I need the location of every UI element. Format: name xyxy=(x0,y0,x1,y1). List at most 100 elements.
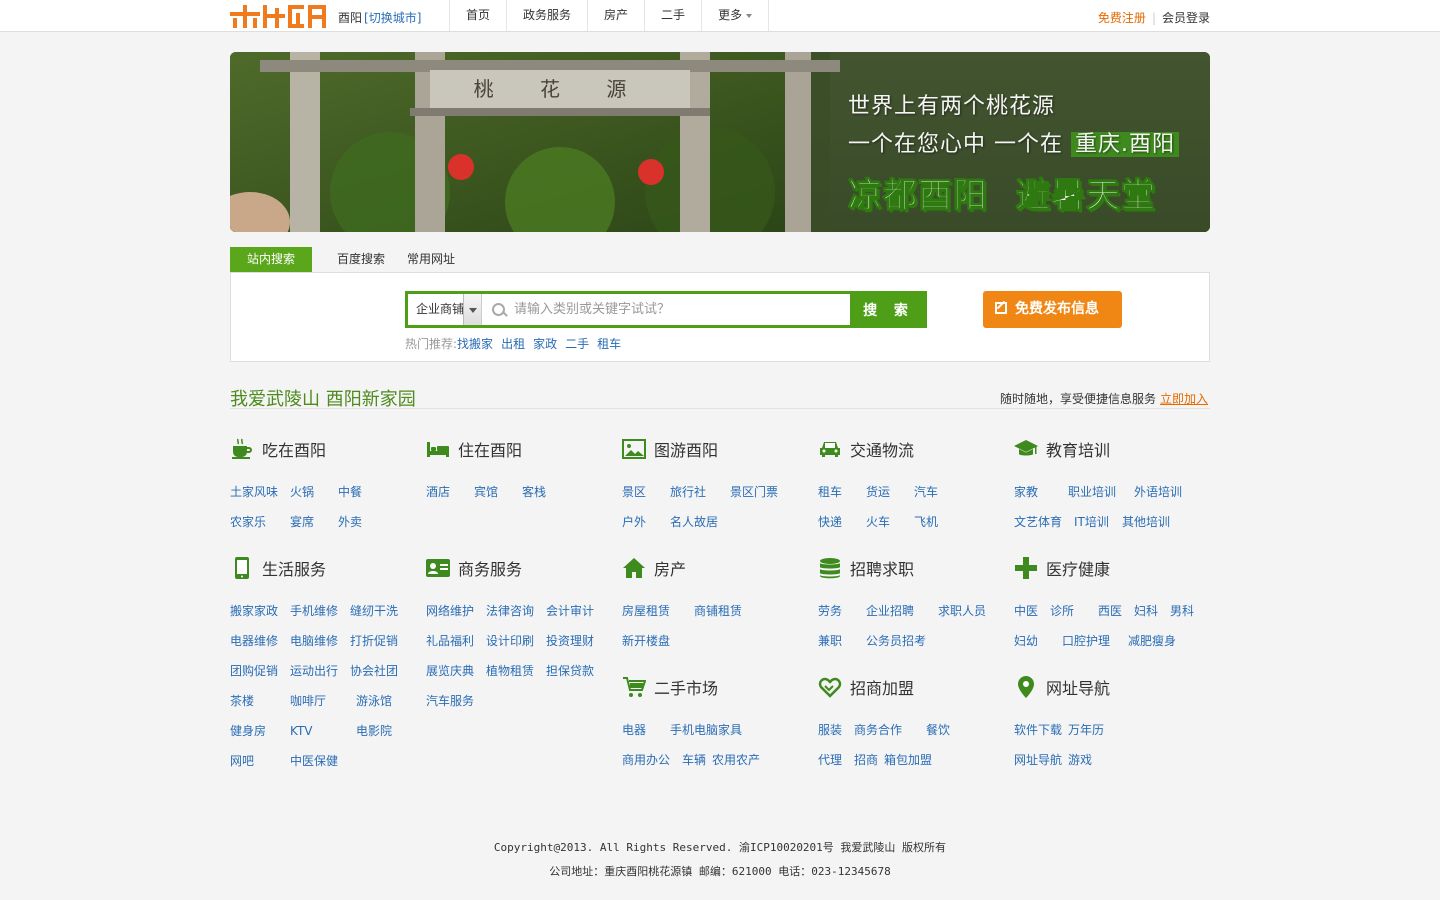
register-link[interactable]: 免费注册 xyxy=(1098,11,1146,25)
category-link[interactable]: 口腔护理 xyxy=(1062,626,1128,656)
category-link[interactable]: 茶楼 xyxy=(230,686,290,716)
hot-item-car-rental[interactable]: 租车 xyxy=(597,337,621,351)
category-link[interactable]: 减肥瘦身 xyxy=(1128,626,1176,656)
category-header[interactable]: 招聘求职 xyxy=(818,554,986,582)
tab-common-sites[interactable]: 常用网址 xyxy=(397,247,475,272)
category-link[interactable]: 火车 xyxy=(866,507,914,537)
category-header[interactable]: 商务服务 xyxy=(426,554,594,582)
category-link[interactable]: 求职人员 xyxy=(938,596,986,626)
category-link[interactable]: 宴席 xyxy=(290,507,338,537)
category-link[interactable]: 手机维修 xyxy=(290,596,350,626)
category-link[interactable]: 运动出行 xyxy=(290,656,350,686)
nav-government[interactable]: 政务服务 xyxy=(507,0,589,31)
category-link[interactable]: 企业招聘 xyxy=(866,596,938,626)
category-header[interactable]: 招商加盟 xyxy=(818,673,950,701)
category-title[interactable]: 二手市场 xyxy=(654,675,718,699)
category-link[interactable]: 户外 xyxy=(622,507,670,537)
category-link[interactable]: 飞机 xyxy=(914,507,938,537)
category-link[interactable]: 协会社团 xyxy=(350,656,398,686)
hot-item-moving[interactable]: 找搬家 xyxy=(457,337,493,351)
search-input[interactable] xyxy=(512,294,850,325)
category-title[interactable]: 招商加盟 xyxy=(850,675,914,699)
category-link[interactable]: 游戏 xyxy=(1068,745,1092,775)
hot-item-housekeeping[interactable]: 家政 xyxy=(533,337,557,351)
publish-info-button[interactable]: 免费发布信息 xyxy=(983,291,1122,328)
category-link[interactable]: 文艺体育 xyxy=(1014,507,1074,537)
category-link[interactable]: 软件下载 xyxy=(1014,715,1068,745)
category-link[interactable]: 中餐 xyxy=(338,477,362,507)
category-link[interactable]: 游泳馆 xyxy=(356,686,392,716)
category-link[interactable]: 房屋租赁 xyxy=(622,596,694,626)
category-link[interactable]: 箱包加盟 xyxy=(884,745,932,775)
category-link[interactable]: 网吧 xyxy=(230,746,290,776)
category-link[interactable]: 会计审计 xyxy=(546,596,594,626)
search-button[interactable]: 搜 索 xyxy=(850,291,927,328)
category-header[interactable]: 交通物流 xyxy=(818,435,938,463)
hot-item-secondhand[interactable]: 二手 xyxy=(565,337,589,351)
category-link[interactable]: 外卖 xyxy=(338,507,362,537)
category-link[interactable]: 旅行社 xyxy=(670,477,730,507)
category-link[interactable]: 景区门票 xyxy=(730,477,778,507)
category-link[interactable]: 景区 xyxy=(622,477,670,507)
category-link[interactable]: 电脑维修 xyxy=(290,626,350,656)
category-link[interactable]: KTV xyxy=(290,716,356,746)
category-title[interactable]: 招聘求职 xyxy=(850,556,914,580)
category-link[interactable]: 男科 xyxy=(1170,596,1194,626)
category-link[interactable]: 新开楼盘 xyxy=(622,626,670,656)
category-link[interactable]: 网址导航 xyxy=(1014,745,1068,775)
category-link[interactable]: 家具 xyxy=(718,715,742,745)
category-link[interactable]: IT培训 xyxy=(1074,507,1122,537)
category-link[interactable]: 农家乐 xyxy=(230,507,290,537)
category-link[interactable]: 兼职 xyxy=(818,626,866,656)
category-link[interactable]: 投资理财 xyxy=(546,626,594,656)
category-link[interactable]: 健身房 xyxy=(230,716,290,746)
category-link[interactable]: 汽车服务 xyxy=(426,686,474,716)
category-link[interactable]: 商务合作 xyxy=(854,715,926,745)
category-link[interactable]: 法律咨询 xyxy=(486,596,546,626)
category-link[interactable]: 劳务 xyxy=(818,596,866,626)
category-link[interactable]: 中医 xyxy=(1014,596,1050,626)
category-title[interactable]: 商务服务 xyxy=(458,556,522,580)
category-link[interactable]: 客栈 xyxy=(522,477,546,507)
dropdown-arrow-icon[interactable] xyxy=(463,294,481,325)
category-link[interactable]: 中医保健 xyxy=(290,746,338,776)
category-link[interactable]: 外语培训 xyxy=(1134,477,1182,507)
category-link[interactable]: 团购促销 xyxy=(230,656,290,686)
category-link[interactable]: 餐饮 xyxy=(926,715,950,745)
category-link[interactable]: 设计印刷 xyxy=(486,626,546,656)
category-link[interactable]: 酒店 xyxy=(426,477,474,507)
category-link[interactable]: 万年历 xyxy=(1068,715,1104,745)
login-link[interactable]: 会员登录 xyxy=(1162,11,1210,25)
category-link[interactable]: 代理 xyxy=(818,745,854,775)
category-header[interactable]: 图游酉阳 xyxy=(622,435,778,463)
category-header[interactable]: 住在酉阳 xyxy=(426,435,546,463)
category-link[interactable]: 车辆 xyxy=(682,745,712,775)
category-link[interactable]: 妇幼 xyxy=(1014,626,1062,656)
category-link[interactable]: 公务员招考 xyxy=(866,626,926,656)
category-link[interactable]: 快递 xyxy=(818,507,866,537)
category-link[interactable]: 货运 xyxy=(866,477,914,507)
category-link[interactable]: 商用办公 xyxy=(622,745,682,775)
category-link[interactable]: 电影院 xyxy=(356,716,392,746)
category-link[interactable]: 妇科 xyxy=(1134,596,1170,626)
category-title[interactable]: 图游酉阳 xyxy=(654,437,718,461)
category-header[interactable]: 吃在酉阳 xyxy=(230,435,362,463)
nav-home[interactable]: 首页 xyxy=(450,0,508,31)
category-link[interactable]: 火锅 xyxy=(290,477,338,507)
category-link[interactable]: 汽车 xyxy=(914,477,938,507)
category-link[interactable]: 咖啡厅 xyxy=(290,686,356,716)
category-title[interactable]: 生活服务 xyxy=(262,556,326,580)
category-title[interactable]: 吃在酉阳 xyxy=(262,437,326,461)
category-select[interactable]: 企业商铺 xyxy=(408,294,482,325)
category-link[interactable]: 诊所 xyxy=(1050,596,1098,626)
nav-realestate[interactable]: 房产 xyxy=(588,0,646,31)
category-link[interactable]: 服装 xyxy=(818,715,854,745)
category-header[interactable]: 房产 xyxy=(622,554,742,582)
category-link[interactable]: 名人故居 xyxy=(670,507,718,537)
category-link[interactable]: 礼品福利 xyxy=(426,626,486,656)
category-link[interactable]: 打折促销 xyxy=(350,626,398,656)
category-header[interactable]: 网址导航 xyxy=(1014,673,1110,701)
tab-site-search[interactable]: 站内搜索 xyxy=(230,247,312,272)
category-title[interactable]: 交通物流 xyxy=(850,437,914,461)
category-link[interactable]: 植物租赁 xyxy=(486,656,546,686)
